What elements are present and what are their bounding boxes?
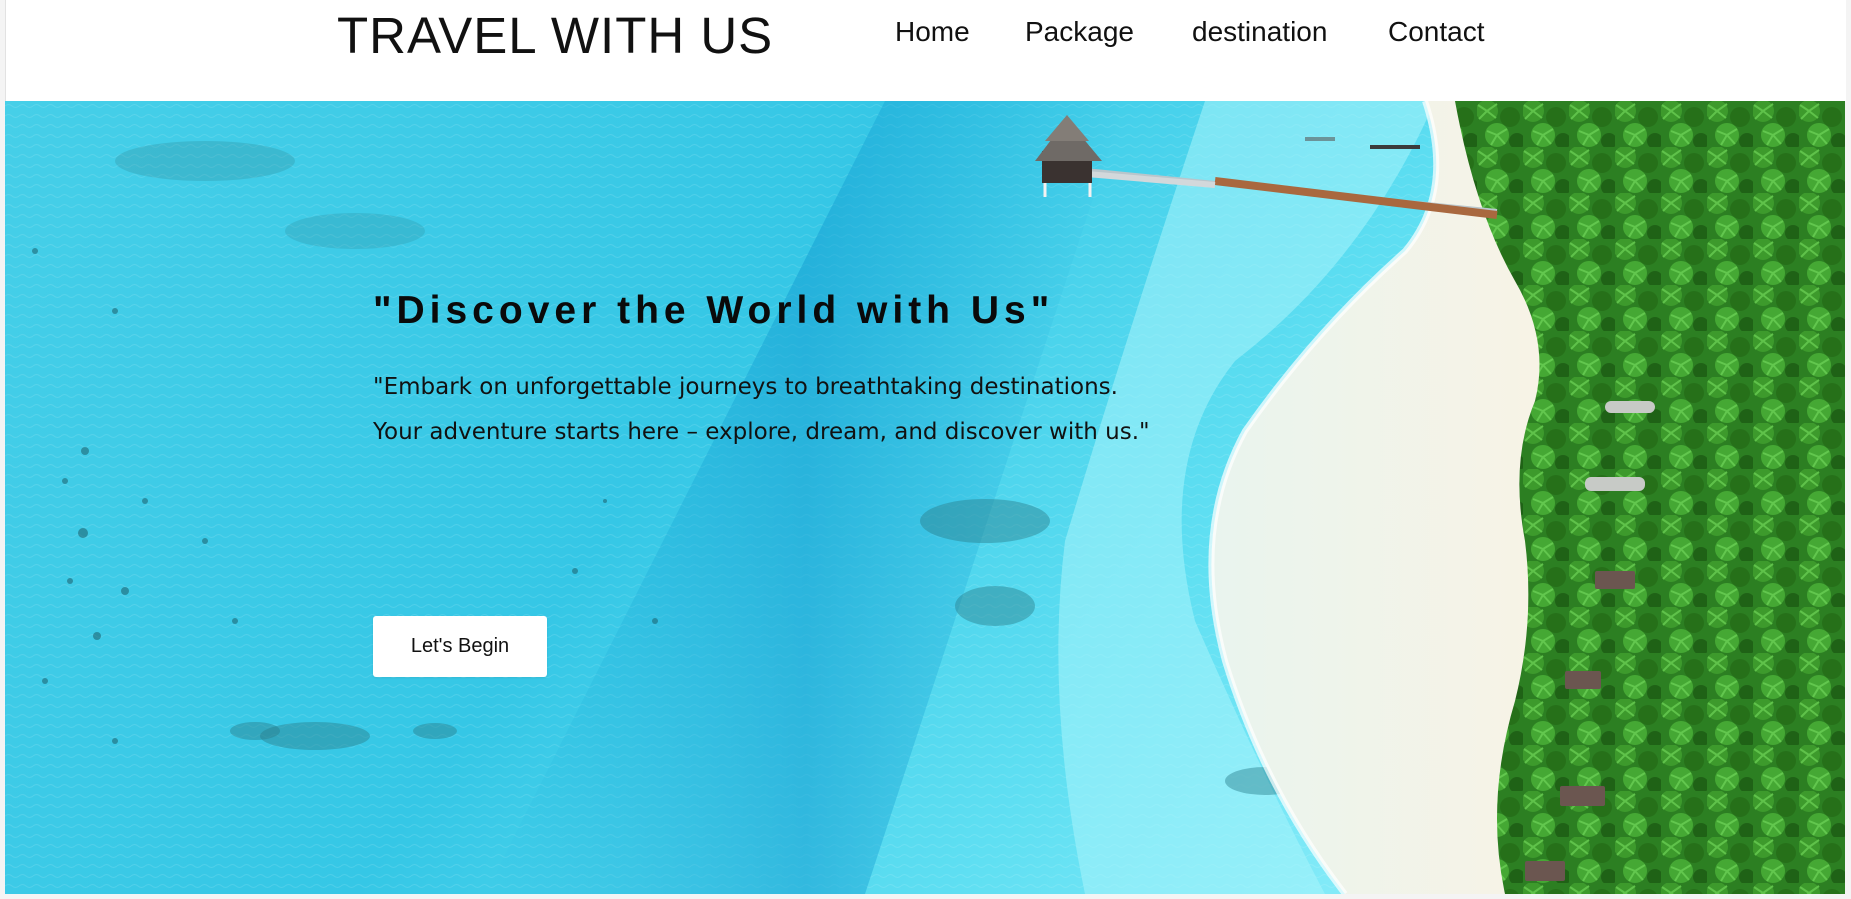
- page: TRAVEL WITH US Home Package destination …: [0, 0, 1851, 899]
- nav-link-package[interactable]: Package: [1025, 16, 1134, 48]
- hero-content: "Discover the World with Us" "Embark on …: [373, 289, 1273, 677]
- site-header: TRAVEL WITH US Home Package destination …: [5, 0, 1846, 101]
- site-logo-text[interactable]: TRAVEL WITH US: [337, 6, 773, 65]
- hero-section: "Discover the World with Us" "Embark on …: [5, 101, 1845, 894]
- hero-background-image: [5, 101, 1845, 894]
- nav-link-destination[interactable]: destination: [1192, 16, 1327, 48]
- hero-description: "Embark on unforgettable journeys to bre…: [373, 365, 1273, 455]
- hero-description-line-2: Your adventure starts here – explore, dr…: [373, 419, 1150, 445]
- lets-begin-button[interactable]: Let's Begin: [373, 616, 547, 677]
- hero-description-line-1: "Embark on unforgettable journeys to bre…: [373, 374, 1118, 400]
- hero-title: "Discover the World with Us": [373, 289, 1055, 332]
- nav-link-contact[interactable]: Contact: [1388, 16, 1485, 48]
- nav-link-home[interactable]: Home: [895, 16, 970, 48]
